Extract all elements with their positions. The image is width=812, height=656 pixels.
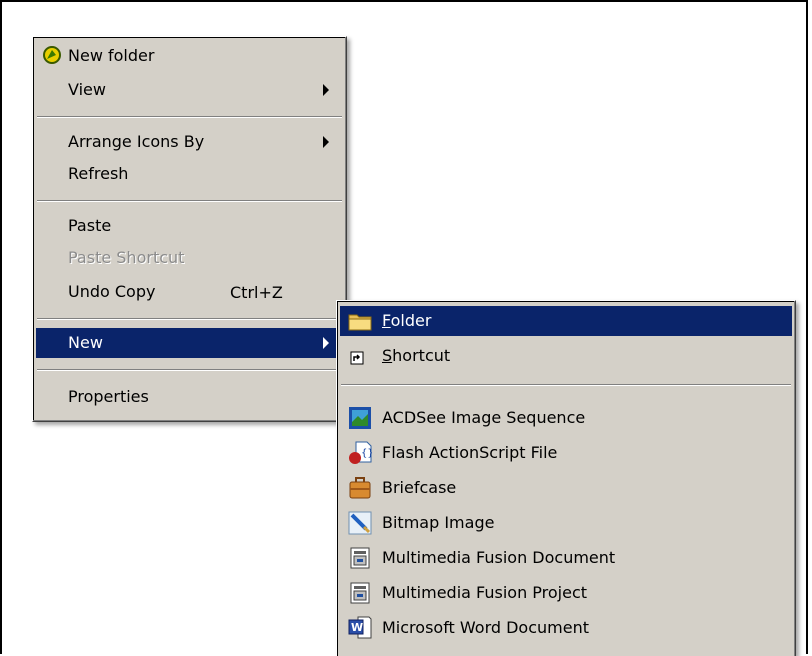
menu-item-label: Arrange Icons By — [68, 132, 205, 151]
menu-separator — [341, 384, 791, 386]
menu-item-undo-copy[interactable]: Undo Copy Ctrl+Z — [36, 277, 343, 307]
submenu-arrow-icon — [323, 337, 329, 349]
svg-text:{}: {} — [361, 448, 372, 459]
mnemonic-letter: S — [382, 346, 393, 365]
menu-item-new[interactable]: New — [36, 328, 343, 358]
submenu-item-label: ACDSee Image Sequence — [382, 408, 586, 427]
menu-separator — [37, 369, 342, 371]
submenu-item-label: Bitmap Image — [382, 513, 495, 532]
submenu-item-label: Shortcut — [382, 346, 451, 365]
menu-item-label: Undo Copy — [68, 282, 156, 301]
menu-separator — [37, 116, 342, 118]
submenu-item-folder[interactable]: Folder — [340, 306, 792, 336]
menu-item-label: Properties — [68, 387, 149, 406]
desktop-context-menu: New folder View Arrange Icons By Refresh… — [32, 36, 347, 422]
flash-actionscript-icon: {} — [349, 441, 372, 464]
menu-item-label: New — [68, 333, 103, 352]
submenu-arrow-icon — [323, 136, 329, 148]
submenu-item-label: Multimedia Fusion Document — [382, 548, 616, 567]
submenu-item-shortcut[interactable]: Shortcut — [340, 341, 792, 371]
word-document-icon: W — [348, 616, 372, 639]
submenu-item-flash-actionscript-file[interactable]: {} Flash ActionScript File — [340, 438, 792, 468]
submenu-item-label: Multimedia Fusion Project — [382, 583, 588, 602]
menu-item-paste-shortcut: Paste Shortcut — [36, 243, 343, 273]
menu-item-label: Paste Shortcut — [68, 248, 185, 267]
menu-item-view[interactable]: View — [36, 75, 343, 105]
submenu-item-label: Folder — [382, 311, 432, 330]
submenu-item-label: Flash ActionScript File — [382, 443, 558, 462]
menu-item-refresh[interactable]: Refresh — [36, 159, 343, 189]
menu-item-label: Paste — [68, 216, 112, 235]
menu-item-new-folder[interactable]: New folder — [36, 41, 343, 71]
menu-separator — [37, 200, 342, 202]
submenu-item-label: Briefcase — [382, 478, 457, 497]
submenu-item-multimedia-fusion-project[interactable]: Multimedia Fusion Project — [340, 578, 792, 608]
submenu-item-microsoft-word-document[interactable]: W Microsoft Word Document — [340, 613, 792, 643]
menu-item-label: New folder — [68, 46, 155, 65]
submenu-item-acdsee-image-sequence[interactable]: ACDSee Image Sequence — [340, 403, 792, 433]
menu-item-accelerator: Ctrl+Z — [230, 282, 283, 302]
submenu-arrow-icon — [323, 84, 329, 96]
menu-item-label: View — [68, 80, 106, 99]
mnemonic-letter: F — [382, 311, 391, 330]
shortcut-icon — [350, 351, 364, 365]
folder-icon — [348, 314, 372, 331]
acdsee-icon — [349, 407, 371, 429]
submenu-item-briefcase[interactable]: Briefcase — [340, 473, 792, 503]
menu-item-paste[interactable]: Paste — [36, 211, 343, 241]
svg-text:W: W — [351, 621, 363, 634]
new-folder-icon — [43, 46, 61, 64]
submenu-item-bitmap-image[interactable]: Bitmap Image — [340, 508, 792, 538]
submenu-item-label: Microsoft Word Document — [382, 618, 589, 637]
new-submenu: Folder Shortcut ACDSee Image Sequence {}… — [336, 300, 796, 656]
mmf-project-icon — [350, 582, 370, 604]
briefcase-icon — [349, 477, 371, 499]
submenu-item-multimedia-fusion-document[interactable]: Multimedia Fusion Document — [340, 543, 792, 573]
mmf-document-icon — [350, 547, 370, 569]
menu-item-arrange-icons-by[interactable]: Arrange Icons By — [36, 127, 343, 157]
menu-item-label: Refresh — [68, 164, 129, 183]
menu-item-properties[interactable]: Properties — [36, 382, 343, 412]
menu-separator — [37, 318, 342, 320]
bitmap-icon — [348, 511, 372, 535]
